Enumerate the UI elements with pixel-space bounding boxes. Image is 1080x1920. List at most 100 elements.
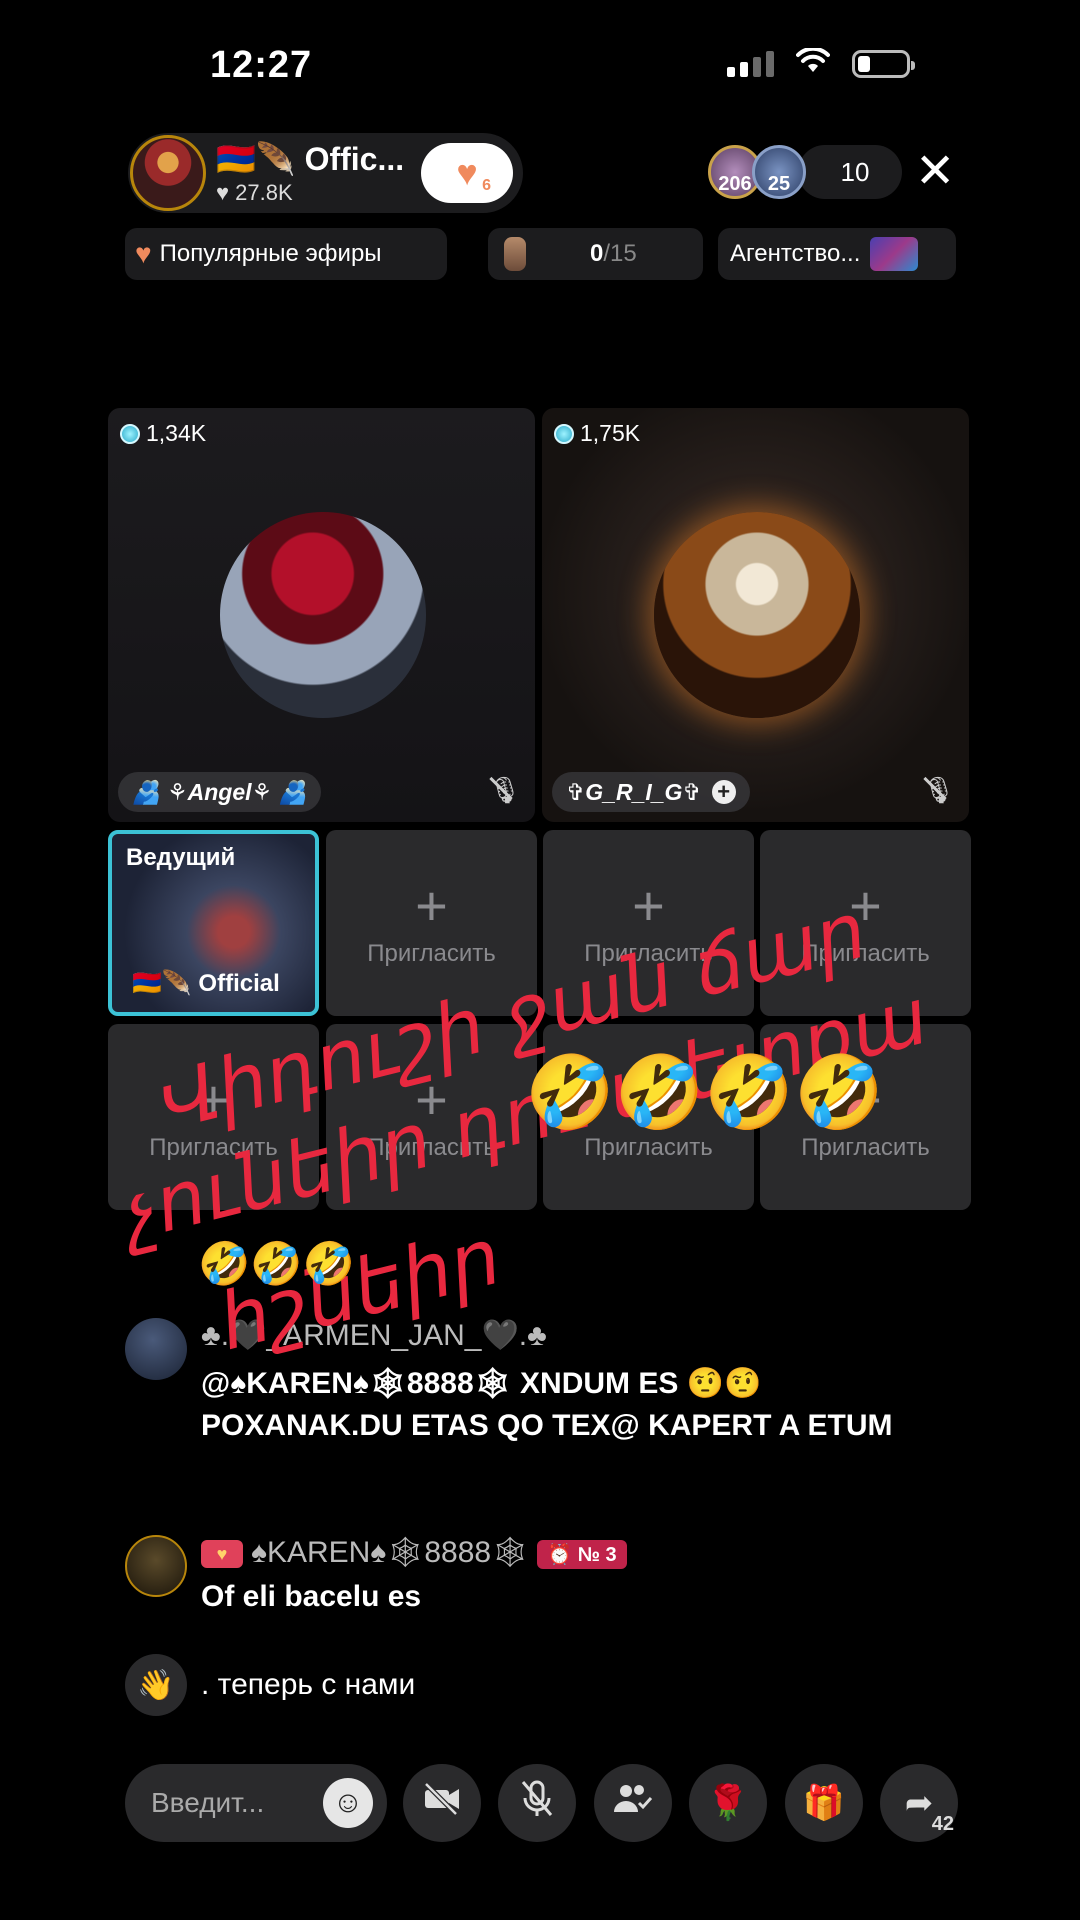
plus-icon: + — [849, 1068, 882, 1131]
camera-off-button[interactable] — [403, 1764, 481, 1842]
gift-goal-current: 0 — [590, 240, 604, 267]
chat-avatar[interactable] — [125, 1535, 187, 1597]
guest-name-label: 🫂 ⚘Angel⚘ 🫂 — [132, 778, 308, 805]
invite-slot[interactable]: + Пригласить — [326, 1024, 537, 1210]
plus-icon: + — [632, 874, 665, 937]
coin-badge: 1,75K — [554, 420, 640, 447]
wave-icon: 👋 — [125, 1654, 187, 1716]
chat-username[interactable]: ♣.🖤_ARMEN_JAN_🖤.♣ — [201, 1318, 955, 1353]
heart-icon: ♥ — [135, 238, 152, 269]
guest-name[interactable]: ✞G_R_I_G✞ + — [552, 772, 750, 812]
coin-badge: 1,34K — [120, 420, 206, 447]
host-slot[interactable]: Ведущий 🇦🇲🪶 Official — [108, 830, 319, 1016]
invite-label: Пригласить — [149, 1134, 278, 1161]
rank-badge: ⏰ № 3 — [537, 1539, 627, 1569]
gem-icon — [120, 423, 140, 444]
invite-label: Пригласить — [584, 1134, 713, 1161]
heart-icon: ♥ — [456, 152, 478, 193]
invite-label: Пригласить — [367, 940, 496, 967]
guest-tile[interactable]: 1,75K ✞G_R_I_G✞ + 🎙 — [542, 408, 969, 822]
guest-avatar[interactable] — [220, 512, 426, 718]
invite-slot[interactable]: + Пригласить — [326, 830, 537, 1016]
gift-goal-total: /15 — [603, 240, 637, 267]
mic-off-icon — [520, 1779, 554, 1828]
invite-slot[interactable]: + Пригласить — [543, 830, 754, 1016]
guest-avatar[interactable] — [654, 512, 860, 718]
status-time: 12:27 — [210, 44, 313, 86]
viewer-count[interactable]: 10 — [798, 145, 902, 199]
plus-icon: + — [849, 874, 882, 937]
follow-count: 6 — [482, 177, 491, 194]
popular-lives-label: Популярные эфиры — [159, 240, 382, 267]
mute-mic-button[interactable] — [498, 1764, 576, 1842]
agency-chip[interactable]: Агентство... — [718, 228, 956, 280]
join-text: . теперь с нами — [201, 1668, 416, 1701]
follow-button[interactable]: ♥ 6 — [421, 143, 513, 203]
plus-icon: + — [415, 874, 448, 937]
signal-icon — [727, 51, 774, 77]
chat-body: ♣.🖤_ARMEN_JAN_🖤.♣ @♠KAREN♠🕸8888🕸 XNDUM E… — [201, 1318, 955, 1447]
invite-slot[interactable]: + Пригласить — [760, 830, 971, 1016]
emoji-icon[interactable]: ☺ — [323, 1778, 373, 1828]
invite-label: Пригласить — [367, 1134, 496, 1161]
gift-goal-chip[interactable]: 0/15 — [488, 228, 703, 280]
host-name: 🇦🇲🪶 Offic... — [216, 141, 405, 177]
invite-label: Пригласить — [584, 940, 713, 967]
invite-slot[interactable]: + Пригласить — [543, 1024, 754, 1210]
share-arrow-icon: ➦ — [904, 1784, 934, 1822]
plus-icon: + — [632, 1068, 665, 1131]
invite-slot[interactable]: + Пригласить — [108, 1024, 319, 1210]
chat-message: ♥ ♠KAREN♠🕸8888🕸 ⏰ № 3 Of eli bacelu es — [125, 1535, 955, 1618]
chat-text: @♠KAREN♠🕸8888🕸 XNDUM ES 🤨🤨 POXANAK.DU ET… — [201, 1367, 893, 1442]
chat-avatar[interactable] — [125, 1318, 187, 1380]
users-check-icon — [613, 1782, 653, 1825]
invite-label: Пригласить — [801, 940, 930, 967]
laughing-emojis-small: 🤣🤣🤣 — [198, 1240, 355, 1287]
gift-figure-icon — [504, 237, 526, 271]
chat-body: ♥ ♠KAREN♠🕸8888🕸 ⏰ № 3 Of eli bacelu es — [201, 1535, 955, 1618]
rose-gift-button[interactable]: 🌹 — [689, 1764, 767, 1842]
rose-icon: 🌹 — [706, 1784, 750, 1822]
coin-count: 1,75K — [580, 420, 641, 446]
follow-plus-icon[interactable]: + — [711, 779, 736, 804]
chat-username[interactable]: ♠KAREN♠🕸8888🕸 — [251, 1536, 529, 1569]
share-button[interactable]: ➦ 42 — [880, 1764, 958, 1842]
status-icons — [727, 46, 915, 80]
agency-label: Агентство... — [730, 240, 861, 267]
agency-image — [870, 237, 919, 271]
plus-icon: + — [197, 1068, 230, 1131]
viewers[interactable]: 206 25 10 — [708, 145, 902, 199]
chat-message: ♣.🖤_ARMEN_JAN_🖤.♣ @♠KAREN♠🕸8888🕸 XNDUM E… — [125, 1318, 955, 1447]
fan-badge-icon: ♥ — [201, 1540, 243, 1569]
coin-count: 1,34K — [146, 420, 207, 446]
guest-name[interactable]: 🫂 ⚘Angel⚘ 🫂 — [118, 772, 322, 812]
host-slot-label: Ведущий — [126, 844, 236, 871]
share-count: 42 — [931, 1813, 954, 1835]
battery-icon — [852, 50, 915, 78]
host-pill[interactable]: 🇦🇲🪶 Offic... ♥ 27.8K ♥ 6 — [128, 133, 523, 213]
gift-button[interactable]: 🎁 — [785, 1764, 863, 1842]
host-info: 🇦🇲🪶 Offic... ♥ 27.8K — [216, 140, 421, 206]
gem-icon — [554, 423, 574, 444]
host-slot-name: 🇦🇲🪶 Official — [132, 970, 280, 997]
comment-placeholder: Введит... — [151, 1787, 265, 1818]
chat-body: . теперь с нами — [201, 1654, 955, 1716]
guest-name-label: ✞G_R_I_G✞ — [566, 778, 702, 805]
join-message: 👋 . теперь с нами — [125, 1654, 955, 1716]
wifi-icon — [796, 46, 830, 80]
invite-slot[interactable]: + Пригласить — [760, 1024, 971, 1210]
plus-icon: + — [415, 1068, 448, 1131]
chat-user-row: ♥ ♠KAREN♠🕸8888🕸 ⏰ № 3 — [201, 1535, 955, 1570]
gift-icon: 🎁 — [802, 1784, 846, 1822]
invite-label: Пригласить — [801, 1134, 930, 1161]
host-avatar[interactable] — [130, 135, 206, 211]
guests-button[interactable] — [594, 1764, 672, 1842]
close-icon[interactable]: ✕ — [915, 148, 955, 196]
chat-text: Of eli bacelu es — [201, 1580, 422, 1613]
mic-off-icon: 🎙 — [487, 775, 521, 805]
host-likes: ♥ 27.8K — [216, 180, 293, 205]
status-bar: 12:27 — [0, 0, 1080, 130]
guest-tile[interactable]: 1,34K 🫂 ⚘Angel⚘ 🫂 🎙 — [108, 408, 535, 822]
popular-lives-chip[interactable]: ♥ Популярные эфиры — [125, 228, 447, 280]
viewer-avatar[interactable]: 25 — [752, 145, 806, 199]
